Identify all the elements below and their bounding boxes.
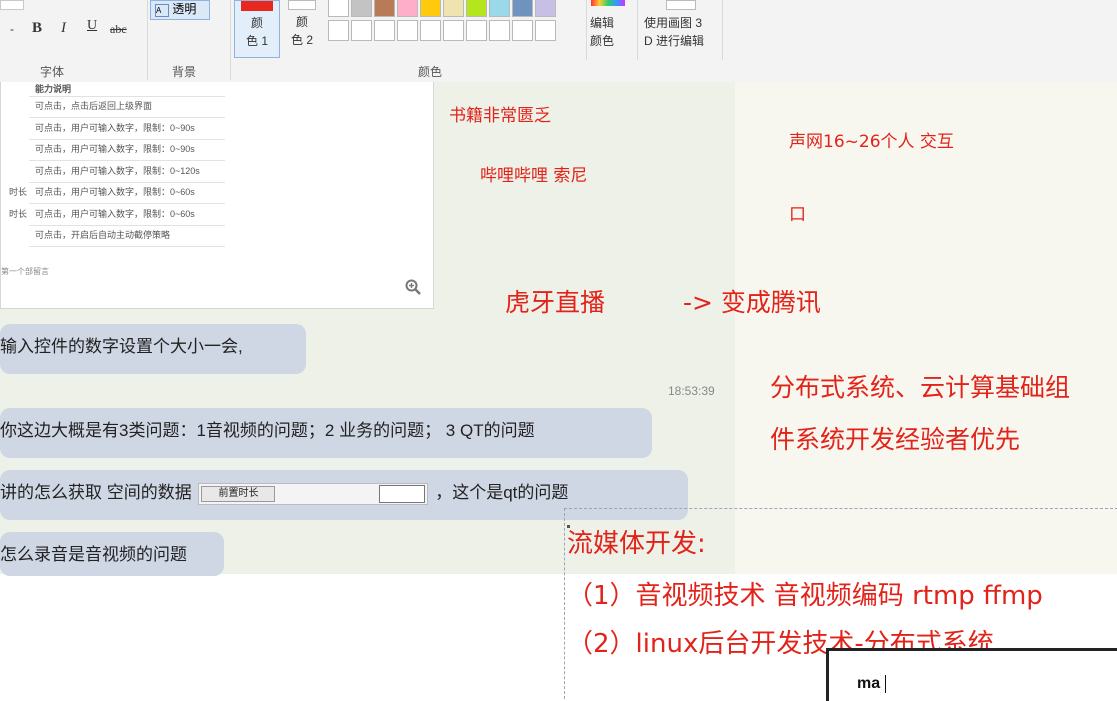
paint3d-icon — [666, 0, 696, 10]
group-label-colors: 颜色 — [418, 65, 443, 79]
popup-typed-text: ma — [857, 675, 881, 692]
note-kou: 口 — [789, 205, 806, 225]
note-distributed-line2: 件系统开发经验者优先 — [770, 425, 1021, 454]
doc-row-label: 时长 — [8, 187, 27, 197]
transparent-button[interactable]: A 透明 — [150, 0, 210, 20]
italic-button[interactable]: I — [61, 20, 66, 37]
widget-label: 前置时长 — [201, 485, 276, 502]
note-stream-title: 流媒体开发: — [567, 529, 706, 559]
chat-message-text: 你这边大概是有3类问题：1音视频的问题；2 业务的问题； 3 QT的问题 — [0, 421, 535, 440]
attached-document-image[interactable]: 能力说明 可点击，点击后返回上级界面可点击，用户可输入数字，限制：0~90s 可点… — [0, 82, 434, 309]
note-huya: 虎牙直播 — [505, 288, 606, 317]
doc-row-text: 可点击，用户可输入数字，限制：0~90s — [35, 122, 195, 133]
edit-colors-icon — [591, 0, 625, 6]
palette-swatch[interactable] — [351, 0, 372, 17]
doc-header: 能力说明 — [29, 82, 225, 97]
chat-message-1[interactable]: 输入控件的数字设置个大小一会, — [0, 324, 306, 374]
doc-row-text: 可点击，用户可输入数字，限制：0~60s — [35, 187, 195, 197]
doc-table-row: 可点击，用户可输入数字，限制：0~90s — [29, 139, 225, 161]
doc-footer: 第一个部留言 — [1, 267, 49, 276]
palette-swatch[interactable] — [512, 20, 533, 41]
palette-swatch[interactable] — [328, 0, 349, 17]
doc-row-text: 可点击，点击后返回上级界面 — [35, 101, 153, 111]
doc-table-row: 时长 可点击，用户可输入数字，限制：0~60s — [9, 204, 225, 226]
palette-swatch[interactable] — [489, 20, 510, 41]
palette-swatch[interactable] — [397, 0, 418, 17]
palette-swatch[interactable] — [512, 0, 533, 17]
doc-header-text: 能力说明 — [35, 84, 72, 94]
doc-table-row: 可点击，用户可输入数字，限制：0~90s — [29, 118, 225, 140]
paint-ribbon: - B I U abc A 透明 字体 背景 颜色 颜 色 1 颜 色 2 编辑… — [0, 0, 1117, 83]
note-item1: （1）音视频技术 音视频编码 rtmp ffmp — [567, 581, 1043, 611]
doc-row-text: 可点击，开启后自动主动截停策略 — [35, 230, 171, 240]
color1-label: 颜 色 1 — [245, 16, 268, 48]
strikethrough-button[interactable]: abc — [110, 22, 127, 37]
color2-button[interactable]: 颜 色 2 — [282, 0, 322, 56]
doc-row-text: 可点击，用户可输入数字，限制：0~120s — [35, 165, 200, 176]
note-books: 书籍非常匮乏 — [449, 106, 551, 126]
doc-table-row: 可点击，点击后返回上级界面 — [29, 96, 225, 118]
chat-timestamp: 18:53:39 — [668, 384, 715, 398]
widget-input — [379, 484, 426, 503]
palette-swatch[interactable] — [397, 20, 418, 41]
chat-message-text: ，这个是qt的问题 — [435, 483, 569, 502]
doc-row-text: 可点击，用户可输入数字，限制：0~60s — [35, 208, 195, 219]
zoom-in-icon[interactable] — [405, 279, 421, 295]
group-label-background: 背景 — [172, 65, 197, 79]
edit-colors-button[interactable]: 编辑 颜色 — [590, 14, 614, 50]
chat-message-text: 怎么录音是音视频的问题 — [0, 545, 187, 564]
group-label-font: 字体 — [40, 65, 65, 79]
palette-swatch[interactable] — [420, 20, 441, 41]
color2-swatch — [288, 0, 316, 10]
note-tencent: -> 变成腾讯 — [683, 288, 821, 317]
palette-swatch[interactable] — [328, 20, 349, 41]
transparent-icon: A — [155, 4, 169, 17]
font-size-dropdown-arrow[interactable]: - — [10, 22, 14, 36]
color1-button[interactable]: 颜 色 1 — [234, 0, 280, 58]
palette-swatch[interactable] — [351, 20, 372, 41]
canvas-right-area — [735, 82, 1117, 574]
underline-button[interactable]: U — [87, 18, 97, 34]
palette-swatch[interactable] — [443, 20, 464, 41]
doc-row-text: 可点击，用户可输入数字，限制：0~90s — [35, 144, 195, 154]
text-cursor — [885, 675, 886, 693]
chat-message-2[interactable]: 你这边大概是有3类问题：1音视频的问题；2 业务的问题； 3 QT的问题 — [0, 408, 652, 458]
color1-swatch — [241, 1, 273, 11]
palette-swatch[interactable] — [489, 0, 510, 17]
palette-swatch[interactable] — [466, 0, 487, 17]
note-shengwang: 声网16~26个人 交互 — [789, 132, 954, 152]
palette-swatch[interactable] — [535, 20, 556, 41]
transparent-label: 透明 — [172, 2, 197, 16]
palette-swatch[interactable] — [374, 0, 395, 17]
doc-table-row: 时长 可点击，用户可输入数字，限制：0~60s — [9, 182, 225, 204]
note-bilibili: 哔哩哔哩 索尼 — [480, 166, 588, 186]
palette-swatch[interactable] — [374, 20, 395, 41]
palette-swatch[interactable] — [420, 0, 441, 17]
inline-widget-screenshot: 前置时长 — [198, 482, 429, 505]
chat-message-text: 讲的怎么获取 空间的数据 — [0, 483, 192, 502]
palette-swatch[interactable] — [535, 0, 556, 17]
note-distributed-line1: 分布式系统、云计算基础组 — [770, 373, 1071, 402]
paint3d-button[interactable]: 使用画图 3 D 进行编辑 — [644, 14, 704, 50]
doc-row-label: 时长 — [8, 208, 27, 219]
doc-table-row: 可点击，用户可输入数字，限制：0~120s — [29, 161, 225, 183]
chat-message-text: 输入控件的数字设置个大小一会, — [0, 337, 243, 356]
bold-button[interactable]: B — [32, 20, 42, 37]
text-input-popup[interactable]: ma — [826, 648, 1117, 701]
chat-message-4[interactable]: 怎么录音是音视频的问题 — [0, 532, 224, 576]
palette-swatch[interactable] — [466, 20, 487, 41]
palette-swatch[interactable] — [443, 0, 464, 17]
font-name-box[interactable] — [0, 0, 24, 10]
doc-table-row: 可点击，开启后自动主动截停策略 — [29, 225, 225, 247]
color2-label: 颜 色 2 — [290, 15, 313, 47]
